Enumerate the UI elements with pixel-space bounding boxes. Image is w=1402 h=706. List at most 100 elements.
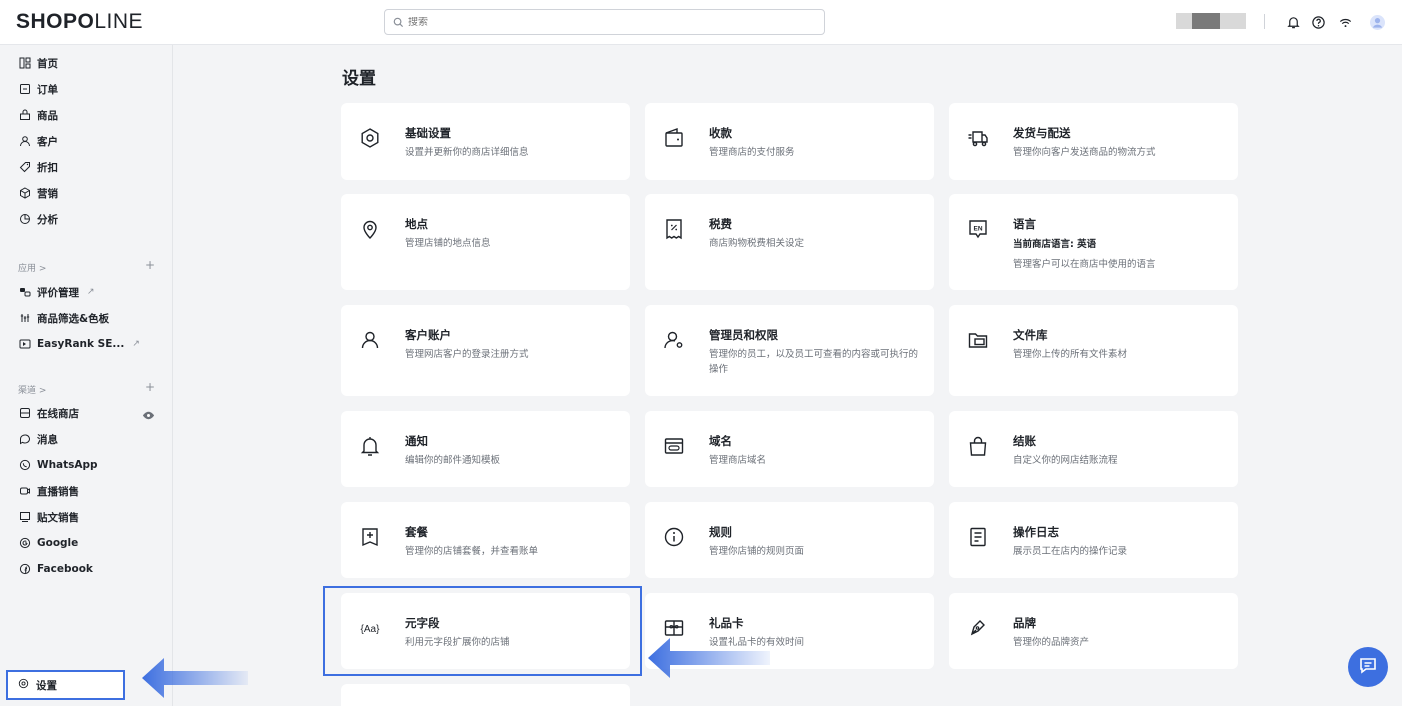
sidebar-item-home[interactable]: 首页 bbox=[18, 53, 58, 73]
card-title: 套餐 bbox=[405, 525, 428, 539]
card-title: 通知 bbox=[405, 434, 428, 448]
card-description: 管理你店铺的规则页面 bbox=[709, 546, 805, 557]
sidebar-item-customers[interactable]: 客户 bbox=[18, 131, 58, 151]
sidebar-item-marketing[interactable]: 营销 bbox=[18, 183, 58, 203]
eye-icon[interactable] bbox=[142, 407, 155, 420]
card-description: 管理网店客户的登录注册方式 bbox=[405, 349, 529, 360]
settings-card-policies[interactable]: 规则 管理你店铺的规则页面 bbox=[645, 502, 934, 578]
sidebar-item-post-selling[interactable]: 贴文销售 bbox=[18, 507, 79, 527]
card-description: 管理店铺的地点信息 bbox=[405, 238, 491, 249]
discount-icon bbox=[18, 161, 31, 174]
settings-card-partial[interactable] bbox=[341, 684, 630, 706]
highlight-frame bbox=[323, 586, 642, 676]
sidebar-item-product-filter[interactable]: 商品筛选&色板 bbox=[18, 308, 109, 328]
sidebar-item-easyrank[interactable]: EasyRank SE... ↗ bbox=[18, 334, 140, 354]
bell-icon bbox=[359, 435, 383, 459]
marketing-icon bbox=[18, 187, 31, 200]
avatar[interactable] bbox=[1368, 13, 1386, 31]
wifi-icon[interactable] bbox=[1336, 13, 1354, 31]
card-title: 文件库 bbox=[1013, 328, 1048, 342]
store-switcher[interactable] bbox=[1176, 13, 1246, 29]
facebook-icon bbox=[18, 563, 31, 576]
domain-icon bbox=[663, 435, 687, 459]
chat-support-button[interactable] bbox=[1348, 647, 1388, 687]
settings-card-payments[interactable]: 收款 管理商店的支付服务 bbox=[645, 103, 934, 180]
card-description: 管理商店域名 bbox=[709, 455, 767, 466]
language-icon: EN bbox=[967, 218, 991, 242]
filter-icon bbox=[18, 312, 31, 325]
card-title: 礼品卡 bbox=[709, 616, 744, 630]
page-title: 设置 bbox=[342, 69, 376, 89]
sidebar-item-messages[interactable]: 消息 bbox=[18, 429, 58, 449]
sidebar-item-products[interactable]: 商品 bbox=[18, 105, 58, 125]
settings-card-files[interactable]: 文件库 管理你上传的所有文件素材 bbox=[949, 305, 1238, 396]
add-app-button[interactable]: + bbox=[145, 258, 155, 272]
log-icon bbox=[967, 526, 991, 550]
card-title: 语言 bbox=[1013, 217, 1036, 231]
info-icon bbox=[663, 526, 687, 550]
sidebar-item-google[interactable]: Google bbox=[18, 533, 78, 553]
external-link-icon: ↗ bbox=[87, 287, 95, 297]
settings-card-basic[interactable]: 基础设置 设置并更新你的商店详细信息 bbox=[341, 103, 630, 180]
settings-card-domains[interactable]: 域名 管理商店域名 bbox=[645, 411, 934, 487]
bell-icon[interactable] bbox=[1284, 13, 1302, 31]
card-description: 展示员工在店内的操作记录 bbox=[1013, 546, 1128, 557]
folder-icon bbox=[967, 329, 991, 353]
card-description: 商店购物税费相关设定 bbox=[709, 238, 805, 249]
channels-section-label[interactable]: 渠道 > bbox=[18, 383, 46, 396]
add-channel-button[interactable]: + bbox=[145, 380, 155, 394]
sidebar-item-analytics[interactable]: 分析 bbox=[18, 209, 58, 229]
help-icon[interactable] bbox=[1309, 13, 1327, 31]
sidebar-item-reviews[interactable]: 评价管理 ↗ bbox=[18, 282, 95, 302]
gear-icon bbox=[359, 127, 383, 151]
settings-card-admins-permissions[interactable]: 管理员和权限 管理你的员工，以及员工可查看的内容或可执行的操作 bbox=[645, 305, 934, 396]
card-description: 管理你的店铺套餐，并查看账单 bbox=[405, 546, 539, 557]
settings-card-languages[interactable]: EN 语言 当前商店语言: 英语 管理客户可以在商店中使用的语言 bbox=[949, 194, 1238, 290]
truck-icon bbox=[967, 127, 991, 151]
shopline-logo[interactable]: SHOPOLINE bbox=[16, 10, 143, 34]
svg-text:EN: EN bbox=[973, 226, 982, 233]
settings-card-customer-accounts[interactable]: 客户账户 管理网店客户的登录注册方式 bbox=[341, 305, 630, 396]
sidebar-item-settings[interactable]: 设置 bbox=[6, 670, 125, 700]
plan-icon bbox=[359, 526, 383, 550]
card-description: 管理你上传的所有文件素材 bbox=[1013, 349, 1128, 360]
sidebar: 首页 订单 商品 客户 折扣 营销 分析 应用 > + 评价管理 ↗ 商品筛选&色… bbox=[0, 45, 173, 706]
user-icon bbox=[359, 329, 383, 353]
settings-card-taxes[interactable]: 税费 商店购物税费相关设定 bbox=[645, 194, 934, 290]
whatsapp-icon bbox=[18, 459, 31, 472]
card-description: 管理客户可以在商店中使用的语言 bbox=[1013, 259, 1156, 270]
settings-card-plan[interactable]: 套餐 管理你的店铺套餐，并查看账单 bbox=[341, 502, 630, 578]
settings-card-checkout[interactable]: 结账 自定义你的网店结账流程 bbox=[949, 411, 1238, 487]
sidebar-item-whatsapp[interactable]: WhatsApp bbox=[18, 455, 98, 475]
settings-card-shipping[interactable]: 发货与配送 管理你向客户发送商品的物流方式 bbox=[949, 103, 1238, 180]
bag-icon bbox=[967, 435, 991, 459]
search-box[interactable] bbox=[384, 9, 825, 35]
settings-card-activity-log[interactable]: 操作日志 展示员工在店内的操作记录 bbox=[949, 502, 1238, 578]
analytics-icon bbox=[18, 213, 31, 226]
wallet-icon bbox=[663, 127, 687, 151]
sidebar-item-discounts[interactable]: 折扣 bbox=[18, 157, 58, 177]
card-description: 自定义你的网店结账流程 bbox=[1013, 455, 1118, 466]
top-bar: SHOPOLINE bbox=[0, 0, 1402, 45]
card-title: 域名 bbox=[709, 434, 732, 448]
sidebar-item-facebook[interactable]: Facebook bbox=[18, 559, 93, 579]
sidebar-item-orders[interactable]: 订单 bbox=[18, 79, 58, 99]
card-title: 结账 bbox=[1013, 434, 1036, 448]
sidebar-item-online-store[interactable]: 在线商店 bbox=[18, 403, 79, 423]
chat-icon bbox=[1358, 655, 1378, 679]
card-title: 税费 bbox=[709, 217, 732, 231]
arrow-pointer-settings bbox=[142, 658, 248, 698]
search-input[interactable] bbox=[408, 16, 808, 28]
order-icon bbox=[18, 83, 31, 96]
live-icon bbox=[18, 485, 31, 498]
settings-card-notifications[interactable]: 通知 编辑你的邮件通知模板 bbox=[341, 411, 630, 487]
brand-icon bbox=[967, 617, 991, 641]
card-title: 收款 bbox=[709, 126, 732, 140]
settings-card-locations[interactable]: 地点 管理店铺的地点信息 bbox=[341, 194, 630, 290]
post-icon bbox=[18, 511, 31, 524]
apps-section-label[interactable]: 应用 > bbox=[18, 261, 46, 274]
settings-card-brand[interactable]: 品牌 管理你的品牌资产 bbox=[949, 593, 1238, 669]
card-title: 客户账户 bbox=[405, 328, 451, 342]
card-title: 地点 bbox=[405, 217, 428, 231]
sidebar-item-live-selling[interactable]: 直播销售 bbox=[18, 481, 79, 501]
